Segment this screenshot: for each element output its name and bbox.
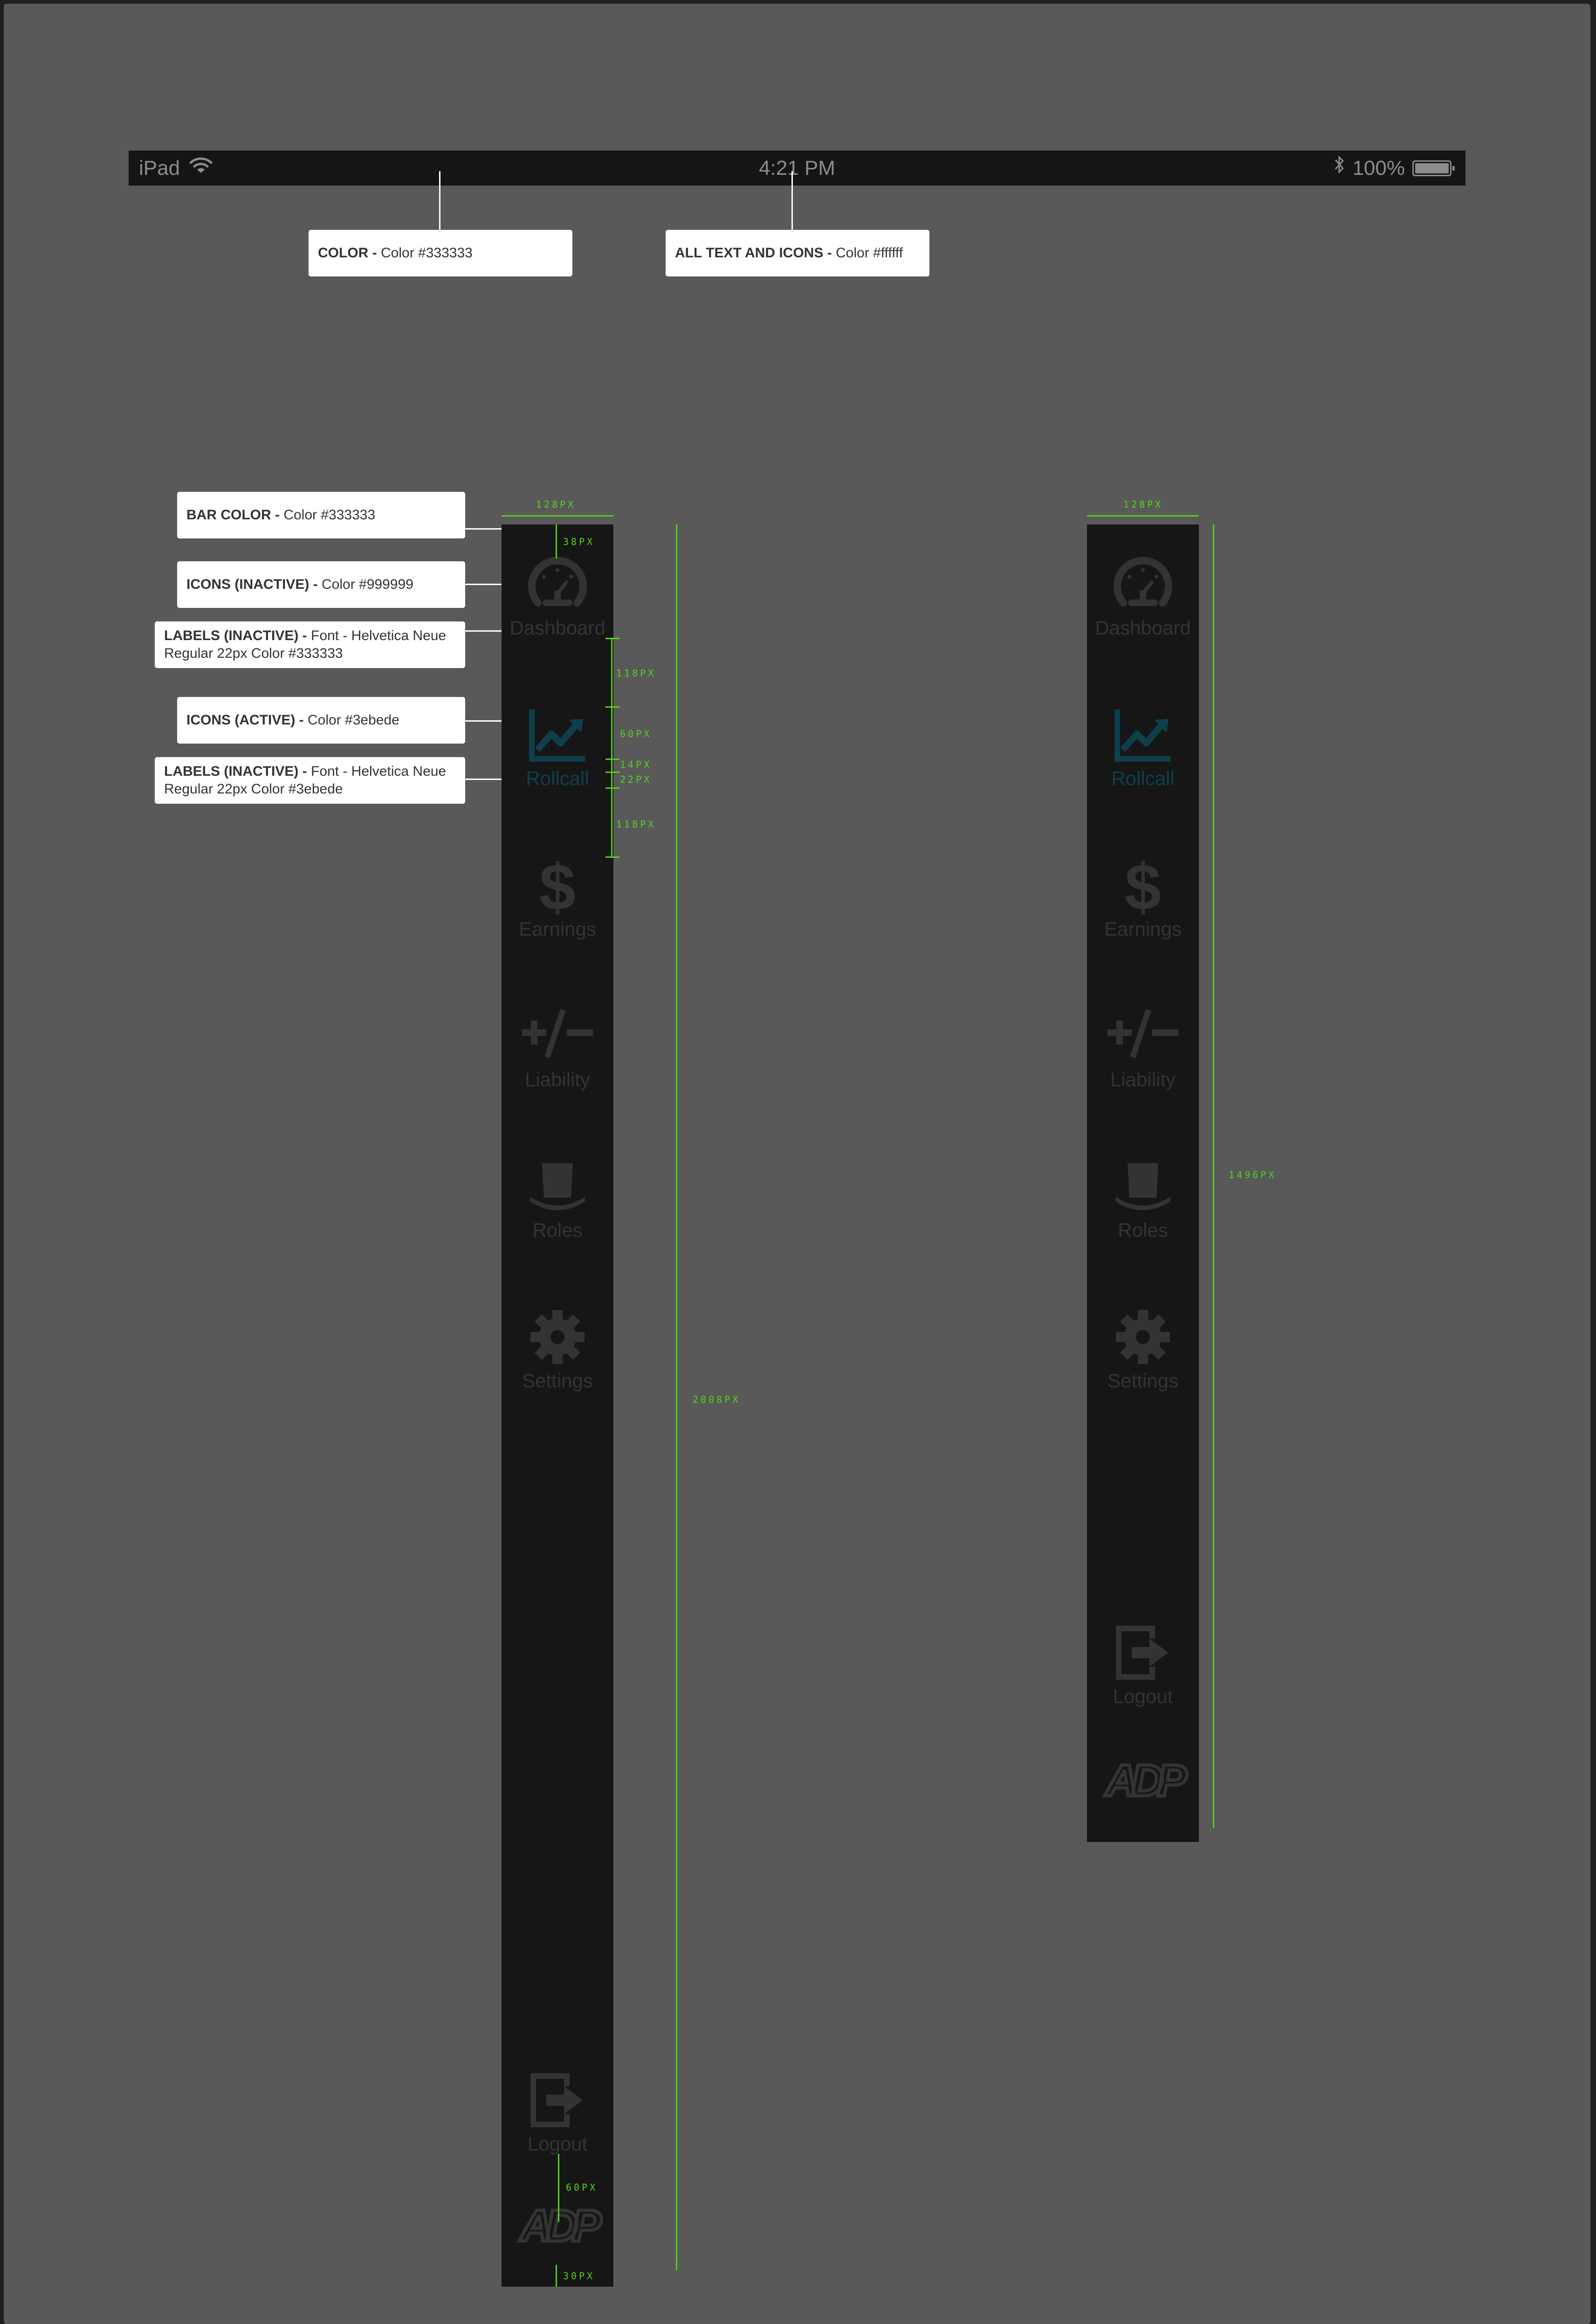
dollar-icon: $ <box>537 850 578 924</box>
callout-icons-inactive: ICONS (INACTIVE) - Color #999999 <box>177 561 465 608</box>
nav-item-settings[interactable]: Settings <box>502 1309 613 1402</box>
measure-short-height: 1496PX <box>1229 1169 1277 1180</box>
top-hat-icon <box>527 1159 588 1217</box>
callout-bar-color: BAR COLOR - Color #333333 <box>177 492 465 538</box>
measure-bottom-padding: 30PX <box>563 2270 595 2282</box>
measure-tick <box>605 772 619 773</box>
logout-button[interactable]: Logout <box>502 2072 613 2165</box>
logout-icon <box>530 2072 585 2131</box>
measure-bar-width: 128PX <box>536 499 576 510</box>
nav-item-label: Dashboard <box>509 617 605 639</box>
top-hat-icon <box>1113 1159 1173 1217</box>
measure-top-padding: 38PX <box>563 536 595 547</box>
leader-line <box>439 171 440 230</box>
measure-line <box>611 638 612 858</box>
measure-icon-height: 60PX <box>620 728 652 739</box>
nav-item-settings[interactable]: Settings <box>1087 1309 1199 1402</box>
speedometer-icon <box>527 556 588 614</box>
measure-spacing-2: 118PX <box>616 819 656 830</box>
plus-minus-icon <box>520 1008 595 1062</box>
nav-item-liability[interactable]: Liability <box>1087 1008 1199 1101</box>
nav-item-label: Liability <box>524 1069 591 1090</box>
measure-line <box>556 524 557 559</box>
measure-tick <box>605 759 619 760</box>
nav-item-rollcall[interactable]: Rollcall <box>502 707 613 800</box>
callout-labels-active: LABELS (INACTIVE) - Font - Helvetica Neu… <box>155 757 465 804</box>
adp-logo: ADP <box>1096 1754 1196 1807</box>
measure-line <box>1087 515 1199 517</box>
logout-icon <box>1115 1625 1171 1683</box>
nav-item-label: Earnings <box>1104 918 1182 940</box>
measure-tick <box>605 787 619 789</box>
ipad-status-bar: iPad 4:21 PM 100% <box>129 151 1465 186</box>
nav-item-dashboard[interactable]: Dashboard <box>502 556 613 649</box>
measure-short-bar-width: 128PX <box>1123 499 1163 510</box>
nav-item-liability[interactable]: Liability <box>502 1008 613 1101</box>
logout-label: Logout <box>527 2133 588 2155</box>
nav-item-label: Rollcall <box>526 767 589 789</box>
battery-percent: 100% <box>1352 157 1405 179</box>
nav-sidebar-tall: Dashboard Rollcall $ Earnings Liability Roles… <box>502 524 613 2287</box>
measure-line <box>676 524 677 2270</box>
nav-item-label: Roles <box>1118 1219 1168 1241</box>
measure-icon-label-gap: 14PX <box>620 759 652 770</box>
adp-logo: ADP <box>511 2200 610 2253</box>
svg-text:ADP: ADP <box>1105 1758 1188 1804</box>
measure-label-height: 22PX <box>620 774 652 785</box>
svg-text:$: $ <box>1125 857 1161 918</box>
nav-item-label: Rollcall <box>1111 767 1175 789</box>
measure-tick <box>605 706 619 708</box>
measure-logo-spacing: 60PX <box>566 2182 598 2193</box>
callout-status-text: ALL TEXT AND ICONS - Color #ffffff <box>666 230 929 276</box>
nav-item-earnings[interactable]: $ Earnings <box>1087 850 1199 951</box>
nav-item-label: Roles <box>532 1219 583 1241</box>
measure-line <box>1213 524 1214 1828</box>
measure-spacing-1: 118PX <box>616 668 656 679</box>
measure-line <box>502 515 613 517</box>
measure-tick <box>605 638 619 639</box>
artboard <box>4 4 1590 2324</box>
speedometer-icon <box>1113 556 1173 614</box>
callout-status-color: COLOR - Color #333333 <box>309 230 572 276</box>
nav-item-earnings[interactable]: $ Earnings <box>502 850 613 951</box>
nav-item-label: Dashboard <box>1095 617 1191 639</box>
leader-line <box>791 171 793 230</box>
bluetooth-icon <box>1334 151 1345 186</box>
logout-button[interactable]: Logout <box>1087 1625 1199 1718</box>
nav-item-label: Settings <box>1108 1370 1178 1392</box>
battery-icon <box>1412 160 1455 176</box>
measure-tick <box>605 856 619 858</box>
logout-label: Logout <box>1113 1685 1173 1707</box>
callout-icons-active: ICONS (ACTIVE) - Color #3ebede <box>177 697 465 744</box>
nav-item-label: Earnings <box>519 918 596 940</box>
nav-item-label: Liability <box>1110 1069 1176 1090</box>
nav-sidebar-short: Dashboard Rollcall $ Earnings Liability Roles… <box>1087 524 1199 1842</box>
nav-item-rollcall[interactable]: Rollcall <box>1087 707 1199 800</box>
dollar-icon: $ <box>1122 850 1164 924</box>
measure-tall-height: 2008PX <box>693 1394 741 1405</box>
nav-item-roles[interactable]: Roles <box>502 1159 613 1252</box>
measure-line <box>558 2154 559 2222</box>
callout-labels-inactive: LABELS (INACTIVE) - Font - Helvetica Neu… <box>155 621 465 668</box>
gear-icon <box>530 1309 585 1367</box>
nav-item-dashboard[interactable]: Dashboard <box>1087 556 1199 649</box>
nav-item-roles[interactable]: Roles <box>1087 1159 1199 1252</box>
plus-minus-icon <box>1106 1008 1180 1062</box>
line-chart-icon <box>527 707 588 765</box>
line-chart-icon <box>1113 707 1173 765</box>
gear-icon <box>1115 1309 1171 1367</box>
svg-text:$: $ <box>539 857 576 918</box>
measure-line <box>556 2265 557 2287</box>
nav-item-label: Settings <box>522 1370 593 1392</box>
svg-text:ADP: ADP <box>519 2203 602 2249</box>
status-time: 4:21 PM <box>759 157 835 179</box>
